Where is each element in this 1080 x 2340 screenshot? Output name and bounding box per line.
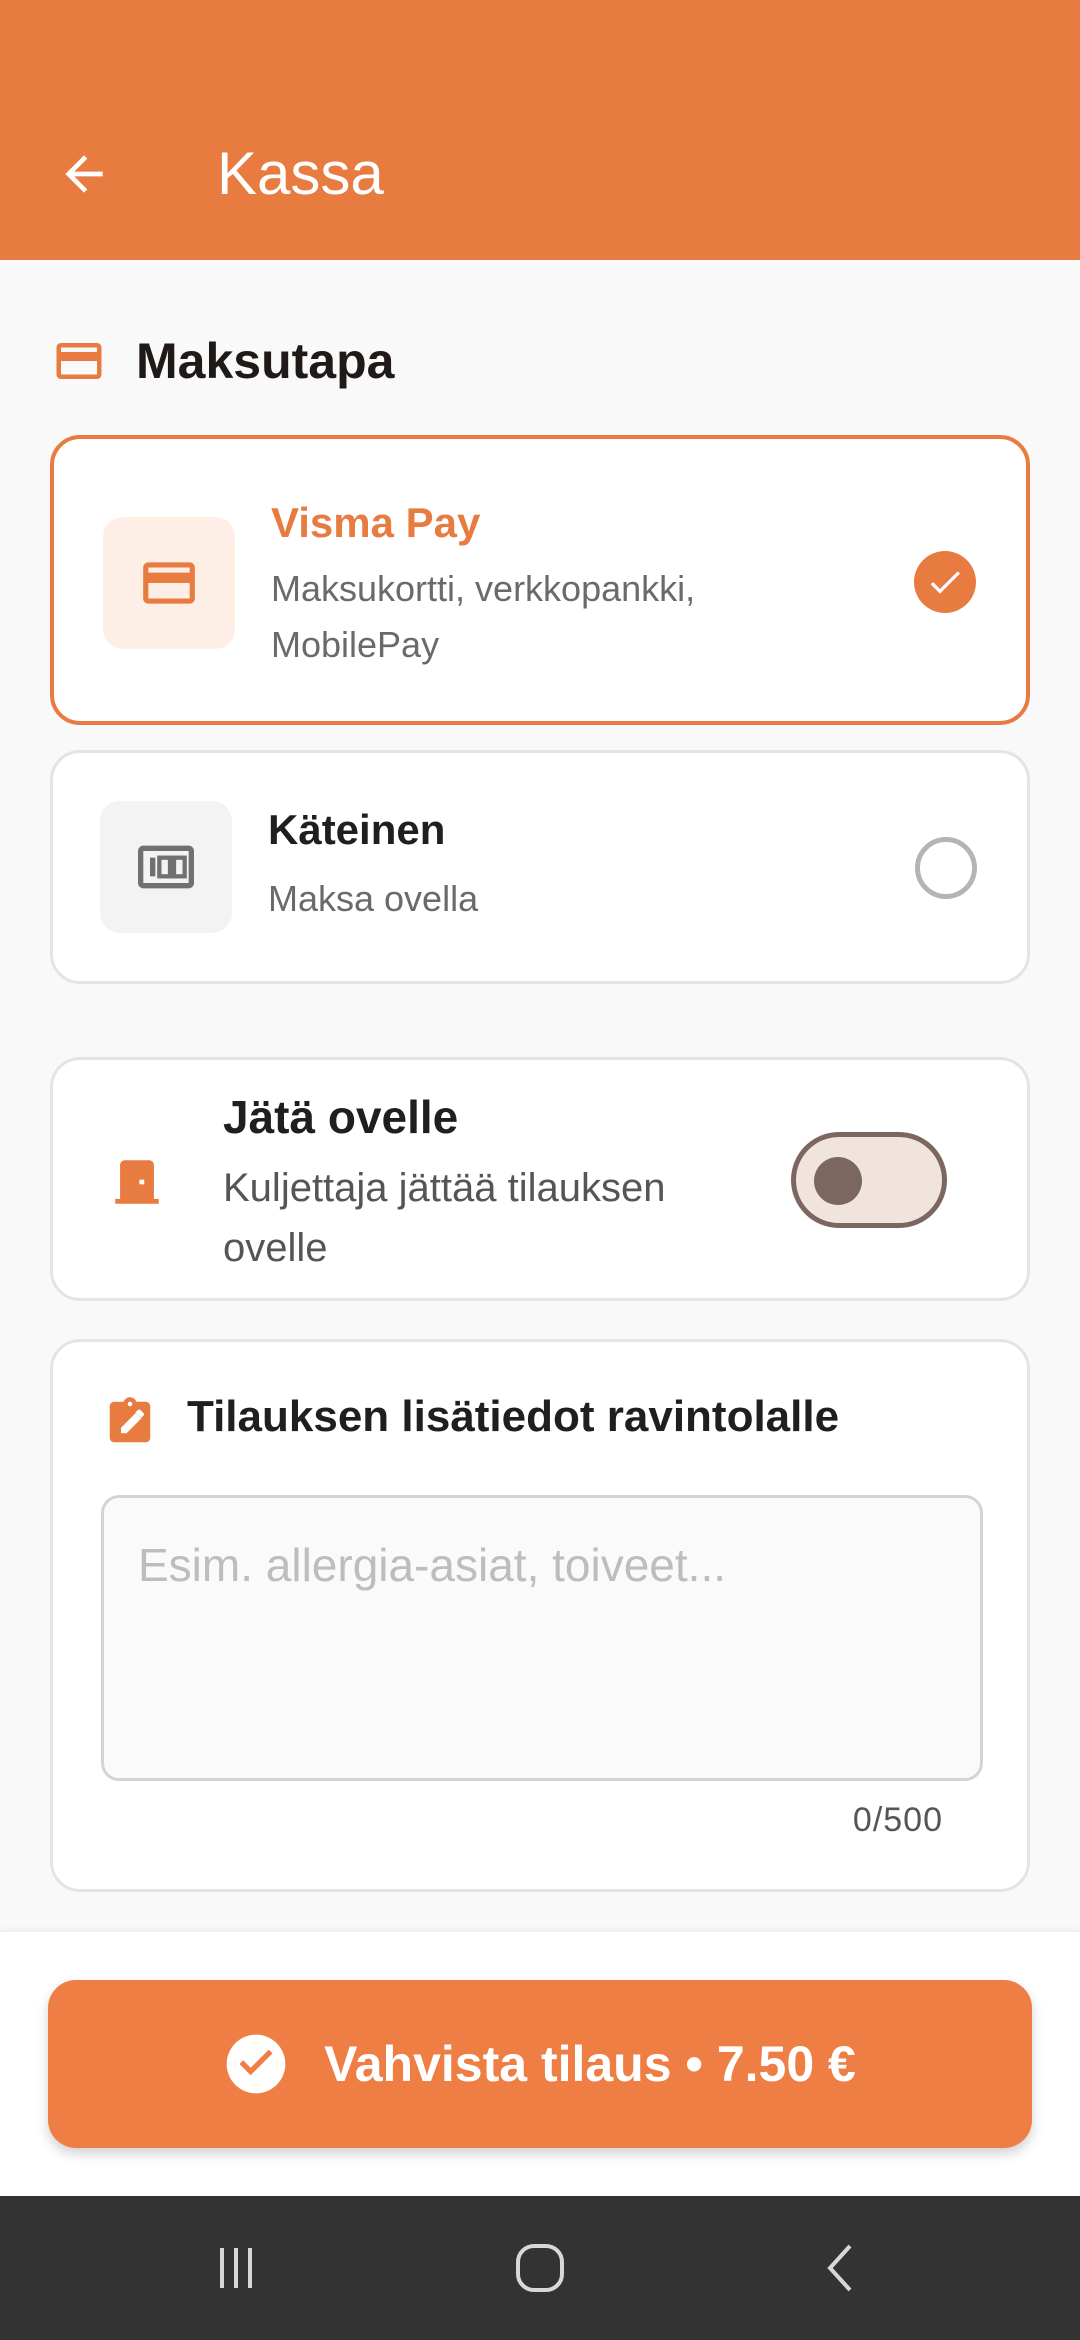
order-notes-title: Tilauksen lisätiedot ravintolalle: [187, 1392, 840, 1441]
visma-pay-icon-box: [103, 517, 235, 649]
page-title: Kassa: [217, 140, 384, 207]
payment-option-title: Käteinen: [268, 806, 446, 853]
order-notes-input-box[interactable]: [101, 1495, 983, 1781]
chevron-left-icon: [827, 2244, 852, 2292]
credit-card-icon: [143, 562, 195, 604]
recent-apps-button[interactable]: [186, 2226, 286, 2310]
payment-option-title: Visma Pay: [271, 499, 481, 546]
credit-card-icon: [56, 343, 102, 379]
payment-option-subtitle: Maksukortti, verkkopankki, MobilePay: [271, 561, 695, 673]
home-button[interactable]: [490, 2226, 590, 2310]
recent-apps-icon: [220, 2248, 252, 2288]
payment-option-visma-pay[interactable]: Visma Pay Maksukortti, verkkopankki, Mob…: [50, 435, 1030, 725]
note-edit-icon: [109, 1397, 151, 1443]
selected-check-icon[interactable]: [914, 551, 976, 613]
payment-option-cash[interactable]: Käteinen Maksa ovella: [50, 750, 1030, 984]
back-nav-button[interactable]: [792, 2226, 892, 2310]
home-icon: [516, 2244, 564, 2292]
order-notes-input[interactable]: [138, 1538, 946, 1592]
order-notes-card: Tilauksen lisätiedot ravintolalle 0/500: [50, 1339, 1030, 1892]
money-icon: [138, 845, 194, 889]
door-icon: [115, 1160, 159, 1204]
leave-at-door-title: Jätä ovelle: [223, 1091, 459, 1143]
toggle-knob: [814, 1157, 862, 1205]
arrow-back-icon: [65, 155, 103, 193]
leave-at-door-subtitle: Kuljettaja jättää tilauksen ovelle: [223, 1158, 666, 1278]
char-counter: 0/500: [852, 1801, 943, 1839]
bottom-action-panel: Vahvista tilaus • 7.50 €: [0, 1932, 1080, 2196]
leave-at-door-subtitle-line: ovelle: [223, 1226, 328, 1270]
leave-at-door-toggle[interactable]: [791, 1132, 947, 1228]
check-circle-icon: [226, 2034, 286, 2094]
unselected-radio[interactable]: [915, 837, 977, 899]
check-icon: [930, 571, 960, 594]
payment-section-title: Maksutapa: [136, 333, 395, 389]
payment-option-subtitle: Maksa ovella: [268, 878, 479, 919]
system-navigation-bar: [0, 2196, 1080, 2340]
leave-at-door-card: Jätä ovelle Kuljettaja jättää tilauksen …: [50, 1057, 1030, 1301]
payment-section-header: Maksutapa: [52, 326, 394, 396]
cash-icon-box: [100, 801, 232, 933]
payment-option-subtitle-line: MobilePay: [271, 624, 440, 665]
payment-option-subtitle-line: Maksukortti, verkkopankki,: [271, 568, 696, 609]
confirm-order-button[interactable]: Vahvista tilaus • 7.50 €: [48, 1980, 1032, 2148]
leave-at-door-subtitle-line: Kuljettaja jättää tilauksen: [223, 1166, 666, 1210]
app-bar: Kassa: [0, 0, 1080, 260]
confirm-order-label: Vahvista tilaus • 7.50 €: [324, 2036, 856, 2092]
back-button[interactable]: [40, 130, 128, 218]
